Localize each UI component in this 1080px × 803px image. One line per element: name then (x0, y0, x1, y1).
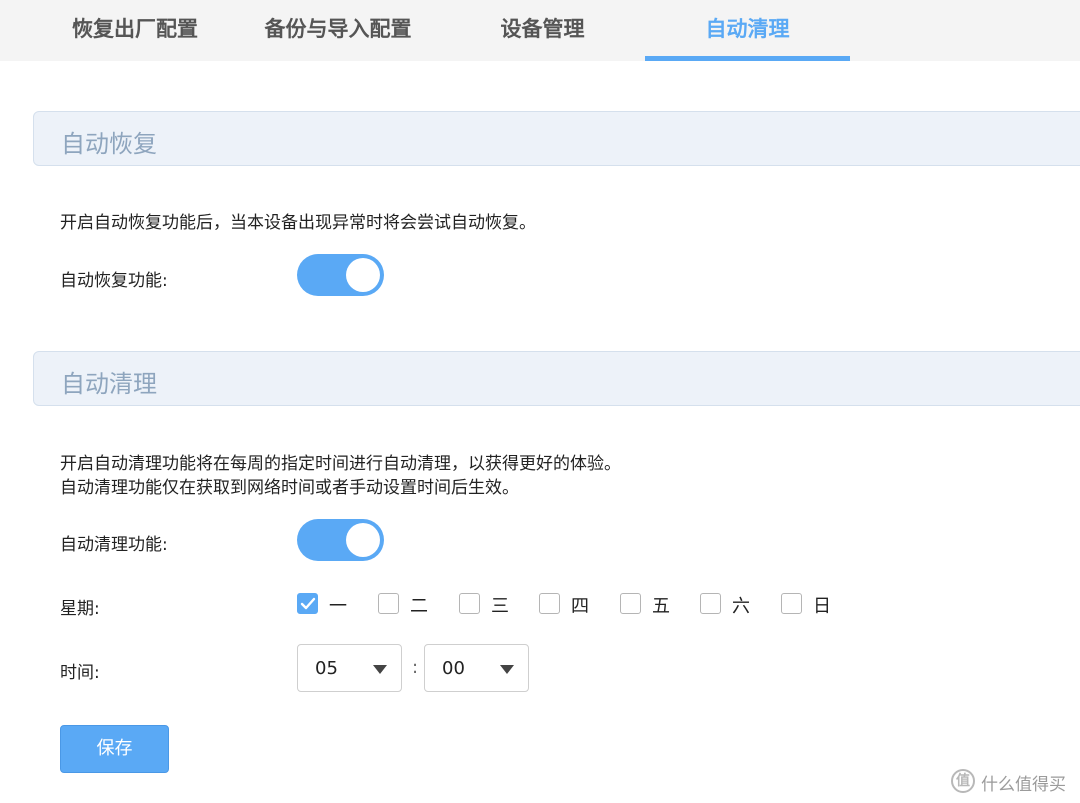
weekday-option-label: 五 (652, 596, 670, 617)
tab-device-management[interactable]: 设备管理 (470, 0, 615, 61)
smzdm-logo-icon: 值 (951, 769, 975, 793)
auto-recover-toggle[interactable] (297, 254, 384, 296)
weekday-option-label: 二 (410, 596, 428, 617)
auto-clean-toggle-label: 自动清理功能: (60, 535, 168, 555)
weekday-option-label: 四 (571, 596, 589, 617)
minute-value: 00 (442, 658, 465, 679)
weekday-checkbox[interactable] (539, 593, 560, 614)
caret-down-icon (373, 665, 387, 674)
active-tab-indicator (645, 56, 850, 61)
watermark-text: 什么值得买 (981, 775, 1066, 795)
weekday-checkbox[interactable] (378, 593, 399, 614)
tab-factory-reset[interactable]: 恢复出厂配置 (50, 0, 220, 61)
tab-label: 恢复出厂配置 (72, 17, 198, 41)
weekday-checkbox[interactable] (620, 593, 641, 614)
time-label: 时间: (60, 663, 100, 683)
weekday-option-label: 一 (329, 596, 347, 617)
weekday-label: 星期: (60, 599, 100, 619)
hour-value: 05 (315, 658, 338, 679)
weekday-option-wed[interactable]: 三 (459, 592, 519, 617)
weekday-option-label: 日 (813, 596, 831, 617)
weekday-checkbox[interactable] (700, 593, 721, 614)
tab-label: 备份与导入配置 (264, 17, 412, 41)
section-title: 自动清理 (61, 370, 157, 398)
auto-clean-section-header: 自动清理 (33, 351, 1080, 406)
weekday-checkbox[interactable] (459, 593, 480, 614)
tab-label: 自动清理 (705, 17, 790, 41)
check-icon (300, 597, 316, 610)
weekday-option-thu[interactable]: 四 (539, 592, 599, 617)
weekday-checkbox[interactable] (781, 593, 802, 614)
toggle-knob (346, 523, 380, 557)
auto-recover-section-header: 自动恢复 (33, 111, 1080, 166)
tab-backup-import[interactable]: 备份与导入配置 (248, 0, 428, 61)
weekday-option-tue[interactable]: 二 (378, 592, 438, 617)
weekday-option-mon[interactable]: 一 (297, 592, 357, 617)
weekday-checkbox[interactable] (297, 593, 318, 614)
auto-recover-toggle-label: 自动恢复功能: (60, 271, 168, 291)
save-button[interactable]: 保存 (60, 725, 169, 773)
time-separator: : (412, 657, 419, 678)
caret-down-icon (500, 665, 514, 674)
weekday-option-sun[interactable]: 日 (781, 592, 841, 617)
hour-select[interactable]: 05 (297, 644, 402, 692)
minute-select[interactable]: 00 (424, 644, 529, 692)
section-title: 自动恢复 (61, 130, 157, 158)
weekday-option-label: 三 (491, 596, 509, 617)
auto-clean-toggle[interactable] (297, 519, 384, 561)
toggle-knob (346, 258, 380, 292)
weekday-option-sat[interactable]: 六 (700, 592, 760, 617)
weekday-option-label: 六 (732, 596, 750, 617)
auto-clean-description-line2: 自动清理功能仅在获取到网络时间或者手动设置时间后生效。 (60, 478, 519, 498)
tab-bar: 恢复出厂配置 备份与导入配置 设备管理 自动清理 (0, 0, 1080, 61)
tab-auto-clean[interactable]: 自动清理 (645, 0, 850, 61)
auto-clean-description-line1: 开启自动清理功能将在每周的指定时间进行自动清理，以获得更好的体验。 (60, 454, 621, 474)
tab-label: 设备管理 (500, 17, 585, 41)
weekday-option-fri[interactable]: 五 (620, 592, 680, 617)
auto-recover-description: 开启自动恢复功能后，当本设备出现异常时将会尝试自动恢复。 (60, 213, 536, 233)
